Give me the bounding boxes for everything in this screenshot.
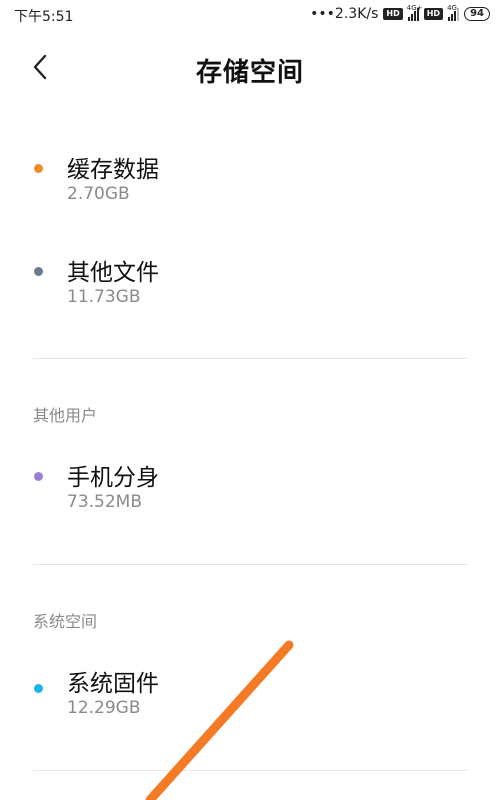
storage-item-system-firmware[interactable]: 系统固件 12.29GB xyxy=(30,664,470,734)
second-space-color-dot xyxy=(34,472,43,481)
item-name: 手机分身 xyxy=(67,465,159,491)
item-size: 2.70GB xyxy=(67,184,130,204)
item-name: 缓存数据 xyxy=(67,157,159,183)
storage-item-other-files[interactable]: 其他文件 11.73GB xyxy=(30,253,470,323)
network-type-label: 4G+ xyxy=(406,4,423,12)
network-type-label: 4G xyxy=(447,4,457,12)
divider xyxy=(33,564,467,565)
status-bar: 下午5:51 •••2.3K/s HD 4G+ HD 4G 94 xyxy=(0,0,500,30)
hd-badge: HD xyxy=(383,8,403,20)
section-label-other-users: 其他用户 xyxy=(33,406,98,425)
header: 存储空间 xyxy=(0,40,500,100)
divider xyxy=(33,770,467,771)
section-label-system-space: 系统空间 xyxy=(33,612,98,631)
network-speed: •••2.3K/s xyxy=(310,6,379,22)
divider xyxy=(33,358,467,359)
signal-icon: 4G+ xyxy=(407,4,422,21)
hd-badge: HD xyxy=(423,8,444,20)
cache-color-dot xyxy=(34,164,43,173)
system-firmware-color-dot xyxy=(34,684,43,693)
storage-item-cache[interactable]: 缓存数据 2.70GB xyxy=(30,150,470,220)
item-size: 12.29GB xyxy=(67,698,141,718)
item-size: 11.73GB xyxy=(67,287,141,307)
signal-icon: 4G xyxy=(447,4,460,21)
other-files-color-dot xyxy=(34,267,43,276)
battery-icon: 94 xyxy=(464,7,490,21)
item-name: 其他文件 xyxy=(67,260,159,286)
status-indicators: •••2.3K/s HD 4G+ HD 4G 94 xyxy=(310,4,490,22)
item-size: 73.52MB xyxy=(67,492,142,512)
storage-item-second-space[interactable]: 手机分身 73.52MB xyxy=(30,458,470,528)
page-title: 存储空间 xyxy=(195,58,304,88)
item-name: 系统固件 xyxy=(67,671,159,697)
status-time: 下午5:51 xyxy=(14,9,74,25)
